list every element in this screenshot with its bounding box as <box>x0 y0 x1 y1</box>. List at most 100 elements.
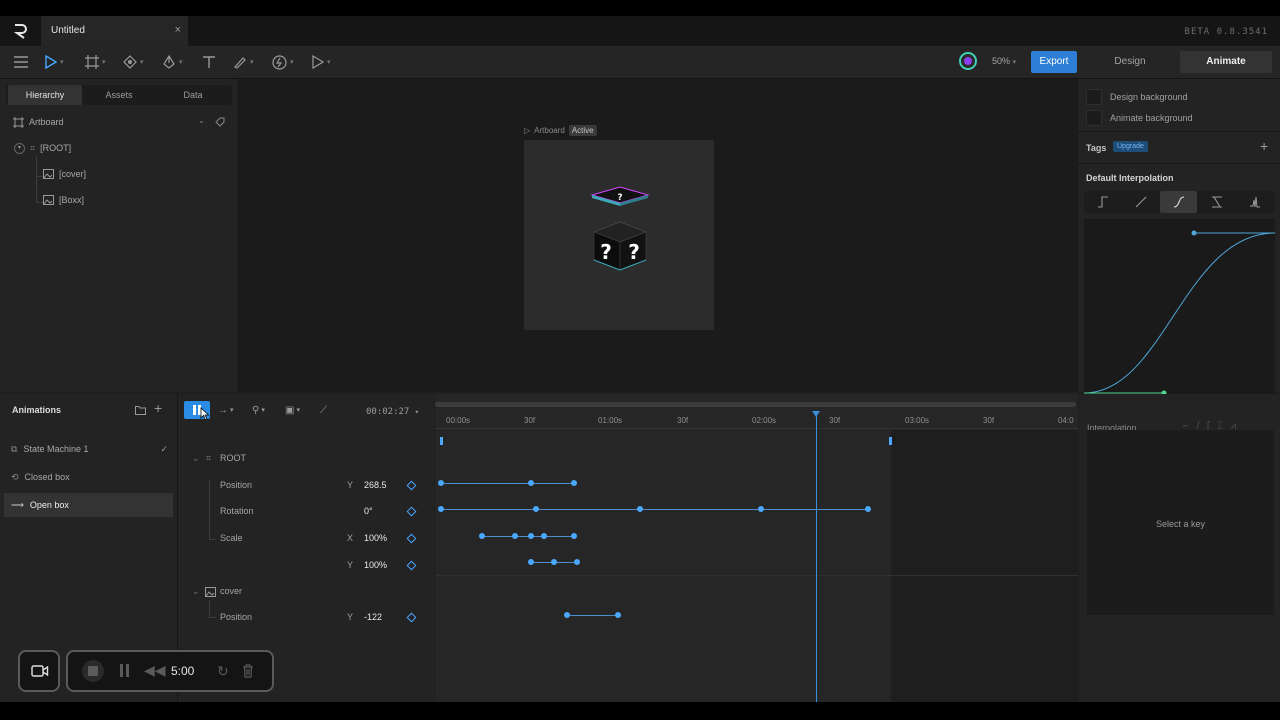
property-row-rotation[interactable]: Rotation 0° <box>178 502 434 522</box>
keyframe[interactable] <box>438 480 444 486</box>
menu-icon[interactable] <box>14 52 28 72</box>
collapse-icon[interactable]: ⌄ <box>192 586 200 597</box>
color-swatch[interactable] <box>1086 110 1102 126</box>
elastic-interpolation-icon[interactable] <box>1198 191 1235 213</box>
animation-item-closed-box[interactable]: ⟲ Closed box <box>4 465 173 489</box>
folder-icon[interactable] <box>135 405 146 415</box>
property-value[interactable]: 0° <box>364 506 373 516</box>
artboard-tool[interactable]: ▾ <box>85 52 106 72</box>
tree-item-boxx[interactable]: [Boxx] <box>43 193 84 207</box>
tree-item-cover[interactable]: [cover] <box>43 167 86 181</box>
timeline-tracks[interactable]: 00:00s 30f 01:00s 30f 02:00s 30f 03:00s … <box>435 394 1078 702</box>
playhead[interactable] <box>816 414 817 702</box>
collapse-icon[interactable]: ▾ <box>14 142 25 154</box>
event-tool[interactable]: ▾ <box>272 52 294 72</box>
timecode[interactable]: 00:02:27 ▾ <box>366 407 419 417</box>
add-tag-icon[interactable]: + <box>1260 138 1268 154</box>
keyframe-diamond-icon[interactable] <box>406 560 417 571</box>
mystery-box-illustration[interactable]: ? ? ? <box>524 140 714 330</box>
artboard-row[interactable]: Artboard <box>13 115 64 129</box>
collapse-icon[interactable]: ⌄ <box>192 453 200 464</box>
keyframe[interactable] <box>528 480 534 486</box>
interpolation-curve-editor[interactable] <box>1083 219 1276 396</box>
cover-group-row[interactable]: ⌄ cover <box>178 582 434 602</box>
document-tab[interactable]: Untitled × <box>41 16 188 46</box>
keyframe[interactable] <box>533 506 539 512</box>
pause-icon[interactable] <box>120 664 123 677</box>
snap-button[interactable]: ⚲ ▾ <box>252 401 265 419</box>
user-avatar[interactable] <box>959 52 977 70</box>
tab-animate[interactable]: Animate <box>1180 51 1272 73</box>
hold-interpolation-icon[interactable] <box>1084 191 1121 213</box>
property-value[interactable]: -122 <box>364 612 382 622</box>
keyframe[interactable] <box>758 506 764 512</box>
property-row-position[interactable]: Position Y 268.5 <box>178 476 434 496</box>
tab-assets[interactable]: Assets <box>82 85 156 105</box>
design-background-row[interactable]: Design background <box>1086 89 1188 105</box>
artboard-canvas[interactable]: ? ? ? <box>524 140 714 330</box>
keyframe[interactable] <box>479 533 485 539</box>
color-swatch[interactable] <box>1086 89 1102 105</box>
property-value[interactable]: 100% <box>364 560 387 570</box>
keyframe[interactable] <box>528 533 534 539</box>
rive-logo-icon[interactable] <box>12 23 30 39</box>
keyframe[interactable] <box>438 506 444 512</box>
keyframe[interactable] <box>571 480 577 486</box>
property-value[interactable]: 268.5 <box>364 480 387 490</box>
stop-button[interactable] <box>82 660 104 682</box>
pause-icon[interactable] <box>126 664 129 677</box>
text-tool[interactable] <box>202 52 216 72</box>
chevron-down-icon[interactable]: ⌄ <box>198 116 205 125</box>
cubic-interpolation-icon[interactable] <box>1160 191 1197 213</box>
play-icon[interactable]: ▷ <box>524 126 530 135</box>
close-tab-icon[interactable]: × <box>175 24 181 36</box>
tab-design[interactable]: Design <box>1084 51 1176 73</box>
keyframe[interactable] <box>564 612 570 618</box>
keyframe[interactable] <box>574 559 580 565</box>
animation-item-state-machine[interactable]: ⧉ State Machine 1 ✓ <box>4 437 173 461</box>
artboard-header[interactable]: ▷ Artboard Active <box>524 125 597 136</box>
keyframe[interactable] <box>615 612 621 618</box>
bounce-interpolation-icon[interactable] <box>1236 191 1273 213</box>
select-tool[interactable]: ▾ <box>45 52 64 72</box>
keyframe-diamond-icon[interactable] <box>406 506 417 517</box>
keyframe[interactable] <box>551 559 557 565</box>
property-row-scale-x[interactable]: Scale X 100% <box>178 529 434 549</box>
animate-background-row[interactable]: Animate background <box>1086 110 1193 126</box>
trash-icon[interactable] <box>242 664 254 678</box>
tab-hierarchy[interactable]: Hierarchy <box>8 85 82 105</box>
keyframe[interactable] <box>541 533 547 539</box>
keyframe[interactable] <box>637 506 643 512</box>
work-area-end-handle[interactable] <box>889 437 892 445</box>
playhead-handle[interactable] <box>812 411 820 417</box>
play-tool[interactable]: ▾ <box>312 52 331 72</box>
keyframe-diamond-icon[interactable] <box>406 480 417 491</box>
tree-item-root[interactable]: ▾ ⌗ [ROOT] <box>14 141 71 155</box>
keyframe[interactable] <box>512 533 518 539</box>
graph-view-button[interactable]: ▣ ▾ <box>285 401 300 419</box>
work-area-start-handle[interactable] <box>440 437 443 445</box>
tab-data[interactable]: Data <box>156 85 230 105</box>
canvas-stage[interactable]: ▷ Artboard Active ? ? ? <box>239 79 1076 392</box>
camera-button[interactable] <box>18 650 60 692</box>
keyframe-diamond-icon[interactable] <box>406 533 417 544</box>
property-value[interactable]: 100% <box>364 533 387 543</box>
export-button[interactable]: Export <box>1031 51 1077 73</box>
loop-mode-button[interactable]: → ▾ <box>218 401 234 419</box>
animation-item-open-box[interactable]: ⟶ Open box <box>4 493 173 517</box>
timeline-ruler[interactable]: 00:00s 30f 01:00s 30f 02:00s 30f 03:00s … <box>435 414 1078 429</box>
rewind-icon[interactable]: ◀◀ <box>144 662 166 679</box>
easing-button[interactable]: ⟋ <box>320 401 327 419</box>
zoom-select[interactable]: 50% ▾ <box>992 56 1016 66</box>
bone-tool[interactable]: ▾ <box>123 52 144 72</box>
linear-interpolation-icon[interactable] <box>1122 191 1159 213</box>
tag-icon[interactable] <box>215 117 225 127</box>
brush-tool[interactable]: ▾ <box>233 52 254 72</box>
restart-icon[interactable]: ↻ <box>217 663 229 680</box>
timeline-scrollbar[interactable] <box>435 402 1076 407</box>
property-row-cover-position[interactable]: Position Y -122 <box>178 608 434 628</box>
add-animation-icon[interactable]: + <box>154 400 162 416</box>
upgrade-badge[interactable]: Upgrade <box>1113 141 1148 152</box>
property-row-scale-y[interactable]: Y 100% <box>178 556 434 576</box>
keyframe[interactable] <box>528 559 534 565</box>
